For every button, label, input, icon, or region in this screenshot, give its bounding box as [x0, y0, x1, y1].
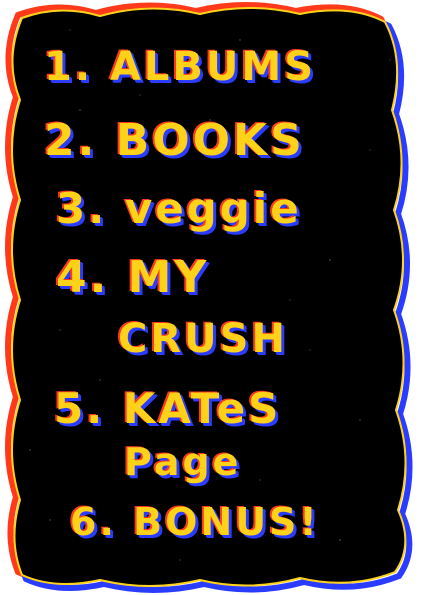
menu-item-label: MY: [127, 252, 210, 303]
menu-item-number: 6.: [70, 500, 117, 544]
menu-item-albums[interactable]: 1. ALBUMS: [44, 44, 316, 90]
menu-item-label: KATeS: [122, 384, 282, 433]
menu-item-kates-page[interactable]: 5. KATeS: [54, 384, 281, 433]
menu-item-kates-page-line2[interactable]: Page: [124, 440, 241, 484]
menu-item-my-crush[interactable]: 4. MY: [56, 252, 209, 303]
menu-item-label: BONUS!: [133, 500, 320, 544]
menu-item-number: 1.: [44, 44, 94, 90]
menu-item-label-line2: Page: [124, 440, 242, 484]
menu-item-number: 4.: [56, 252, 110, 303]
menu-item-number: 2.: [44, 115, 98, 166]
menu-item-veggie[interactable]: 3. veggie: [56, 184, 302, 233]
menu-list: 1. ALBUMS 2. BOOKS 3. veggie 4. MY CRUSH…: [0, 0, 421, 595]
menu-item-bonus[interactable]: 6. BONUS!: [70, 500, 320, 544]
menu-item-my-crush-line2[interactable]: CRUSH: [118, 316, 288, 362]
menu-item-number: 3.: [56, 184, 108, 233]
menu-item-books[interactable]: 2. BOOKS: [44, 115, 305, 166]
menu-canvas: 1. ALBUMS 2. BOOKS 3. veggie 4. MY CRUSH…: [0, 0, 421, 595]
menu-item-label-line2: CRUSH: [118, 316, 288, 362]
menu-item-number: 5.: [54, 384, 106, 433]
menu-item-label: ALBUMS: [109, 44, 316, 90]
menu-item-label: veggie: [124, 184, 302, 233]
menu-item-label: BOOKS: [115, 115, 305, 166]
